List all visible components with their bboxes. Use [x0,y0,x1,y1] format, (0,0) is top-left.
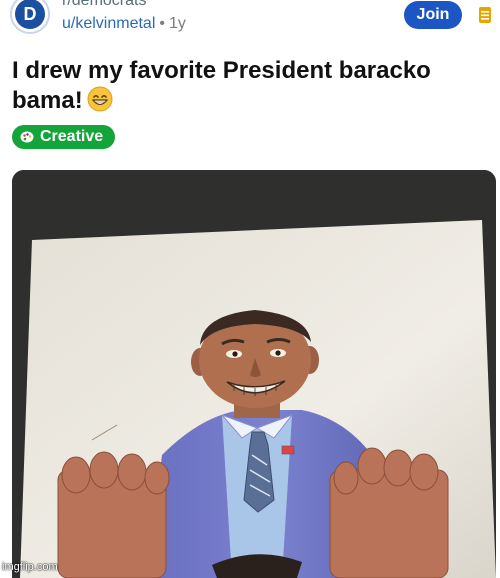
post-image[interactable] [12,170,496,578]
subreddit-avatar[interactable]: D [10,0,50,34]
post-header: D r/democrats u/kelvinmetal • 1y Join [0,0,500,44]
overflow-menu-icon[interactable] [478,6,492,24]
imgflip-watermark: imgflip.com [2,561,58,573]
subreddit-name[interactable]: r/democrats [62,0,146,10]
drawing-photo [12,170,496,578]
post-flair[interactable]: Creative [12,125,116,149]
post-title-text: I drew my favorite President baracko bam… [12,57,431,114]
post-title[interactable]: I drew my favorite President baracko bam… [12,56,482,116]
author-username[interactable]: u/kelvinmetal [62,15,155,32]
flair-label: Creative [40,128,104,145]
post-age: 1y [168,15,186,32]
subreddit-icon: D [15,0,45,29]
palette-icon [20,131,34,143]
meta-separator: • [159,15,165,32]
post-meta: u/kelvinmetal • 1y [62,15,186,33]
grinning-face-emoji-icon [87,86,113,112]
join-button[interactable]: Join [404,1,462,29]
